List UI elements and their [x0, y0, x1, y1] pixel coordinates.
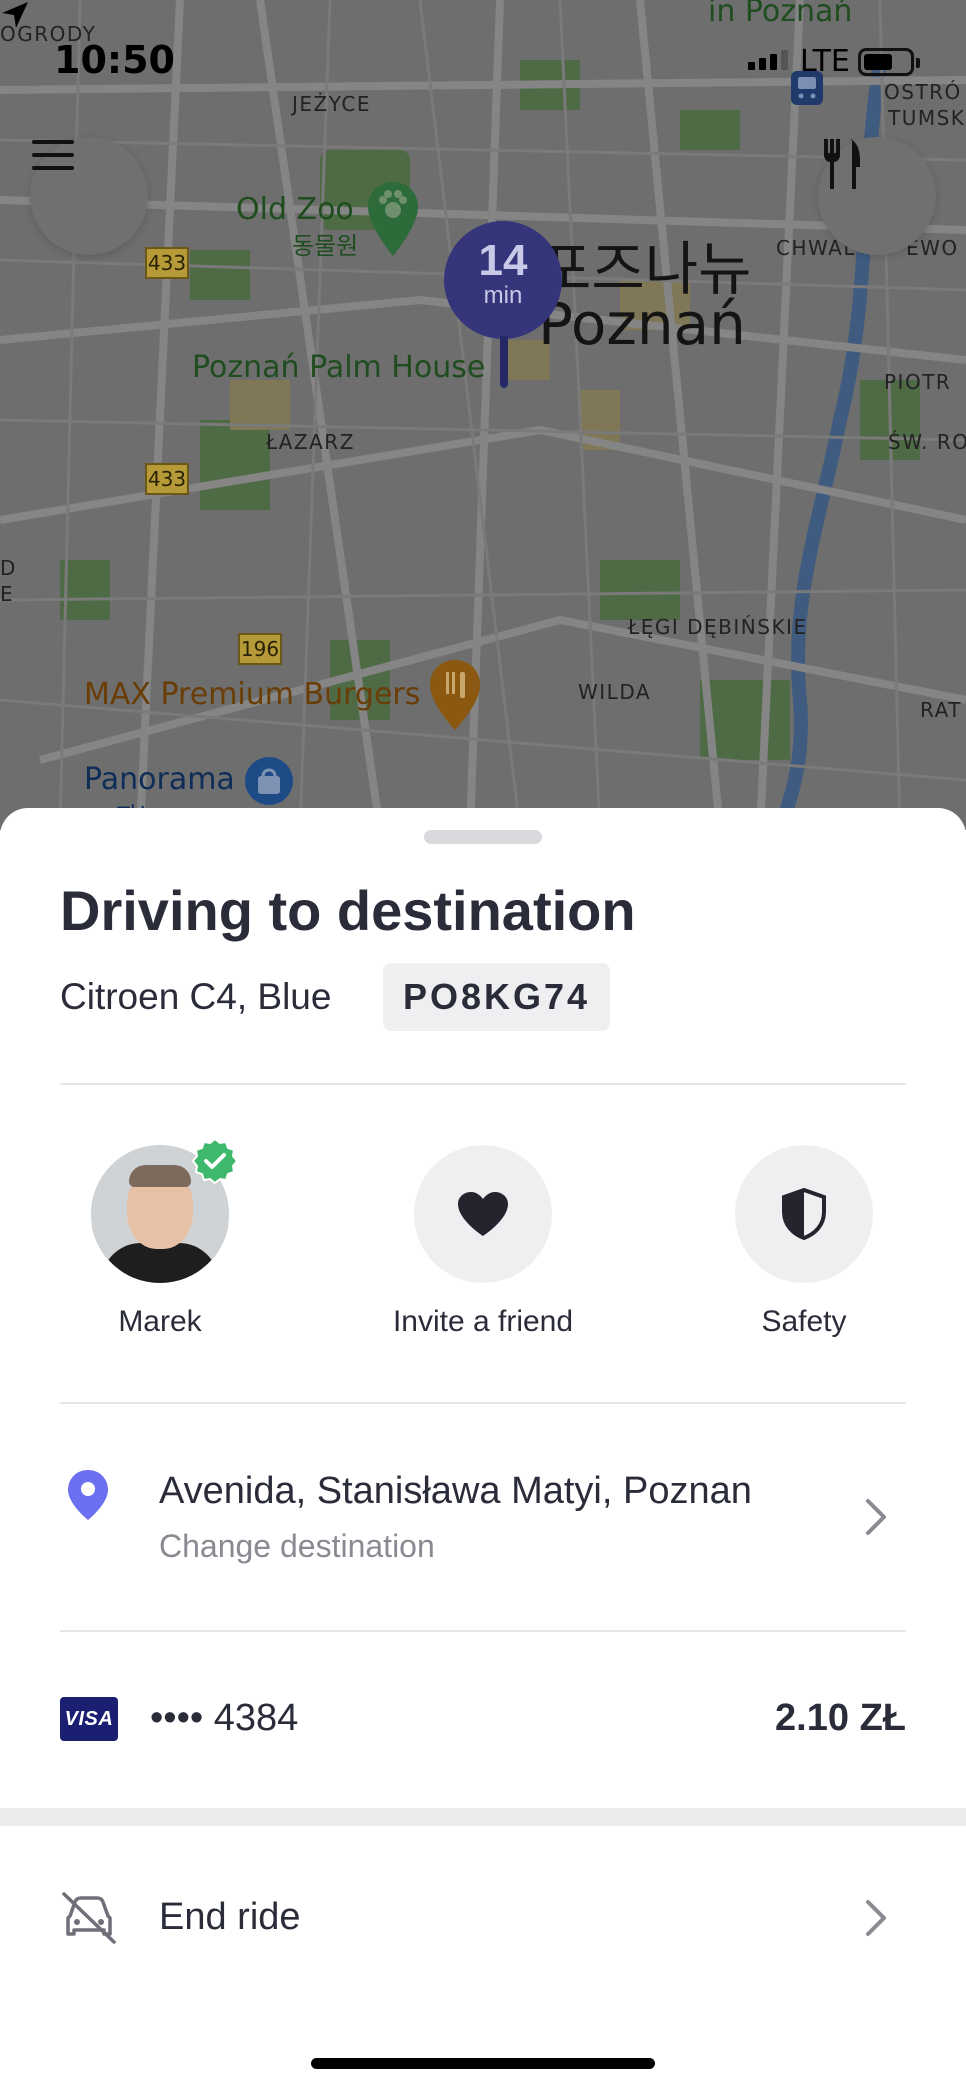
destination-pin-icon — [68, 1470, 108, 1520]
map[interactable]: OGRODY JEŻYCE ŁAZARZ ŁĘGI DĘBIŃSKIE WILD… — [0, 0, 966, 830]
restaurants-button[interactable] — [818, 137, 936, 255]
divider — [60, 1402, 906, 1404]
chevron-right-icon — [866, 1499, 886, 1535]
verified-badge-icon — [191, 1137, 239, 1185]
end-ride-label: End ride — [159, 1896, 301, 1938]
eta-unit: min — [483, 282, 523, 309]
location-arrow-icon — [2, 2, 28, 28]
poi-burgers-label[interactable]: MAX Premium Burgers — [84, 677, 420, 712]
network-type: LTE — [800, 44, 850, 79]
fork-knife-icon — [824, 139, 860, 189]
visa-logo: VISA — [60, 1697, 118, 1741]
status-bar: 10:50 LTE — [0, 0, 966, 110]
ride-status-title: Driving to destination — [60, 879, 636, 942]
divider — [60, 1083, 906, 1085]
poi-zoo-label-kr: 동물원 — [292, 232, 359, 260]
sheet-grabber[interactable] — [424, 830, 542, 844]
ride-price: 2.10 ZŁ — [775, 1697, 906, 1739]
safety-button[interactable]: Safety — [684, 1145, 924, 1339]
route-badge: 196 — [238, 633, 282, 665]
license-plate: PO8KG74 — [383, 963, 611, 1031]
map-area-label: ŁAZARZ — [266, 430, 355, 454]
route-badge: 433 — [145, 247, 189, 279]
driver-profile-button[interactable]: Marek — [40, 1137, 280, 1339]
car-description: Citroen C4, Blue — [60, 976, 332, 1017]
map-area-label: ŁĘGI DĘBIŃSKIE — [628, 615, 808, 639]
card-number: •••• 4384 — [150, 1697, 299, 1739]
city-label: Poznań — [538, 290, 746, 358]
destination-address: Avenida, Stanisława Matyi, Poznan — [159, 1470, 752, 1512]
invite-friend-button[interactable]: Invite a friend — [363, 1145, 603, 1339]
status-time: 10:50 — [54, 38, 175, 82]
map-area-label: ŚW. ROCH — [888, 430, 966, 454]
shopping-pin-icon[interactable] — [244, 756, 294, 806]
paw-pin-icon[interactable] — [366, 180, 420, 258]
restaurant-pin-icon[interactable] — [428, 658, 482, 732]
poi-zoo-label[interactable]: Old Zoo — [236, 192, 354, 227]
map-area-label: RAT — [920, 698, 962, 722]
map-area-label: PIOTR — [884, 370, 952, 394]
route-badge: 433 — [145, 463, 189, 495]
chevron-right-icon — [866, 1900, 886, 1936]
section-separator — [0, 1808, 966, 1826]
eta-pin: 14 min — [444, 221, 562, 339]
home-indicator[interactable] — [311, 2058, 655, 2069]
car-off-icon — [62, 1892, 116, 1944]
shield-icon — [782, 1188, 826, 1240]
poi-panorama-label[interactable]: Panorama — [84, 762, 235, 797]
menu-button[interactable] — [30, 137, 148, 255]
poi-palm-house-label[interactable]: Poznań Palm House — [192, 350, 485, 385]
safety-label: Safety — [761, 1305, 847, 1338]
ride-sheet: Driving to destination Citroen C4, Blue … — [0, 808, 966, 2091]
map-area-label: E — [0, 582, 15, 606]
heart-icon — [458, 1192, 508, 1236]
eta-pin-stem — [500, 336, 508, 388]
eta-value: 14 — [478, 236, 528, 285]
map-area-label: WILDA — [578, 680, 652, 704]
hamburger-icon — [32, 140, 74, 170]
map-area-label: D — [0, 556, 17, 580]
driver-avatar — [91, 1137, 239, 1283]
cell-signal-icon — [748, 50, 788, 70]
divider — [60, 1630, 906, 1632]
driver-name: Marek — [118, 1305, 202, 1338]
invite-friend-label: Invite a friend — [392, 1305, 574, 1338]
change-destination-label: Change destination — [159, 1528, 435, 1564]
battery-icon — [858, 48, 920, 76]
